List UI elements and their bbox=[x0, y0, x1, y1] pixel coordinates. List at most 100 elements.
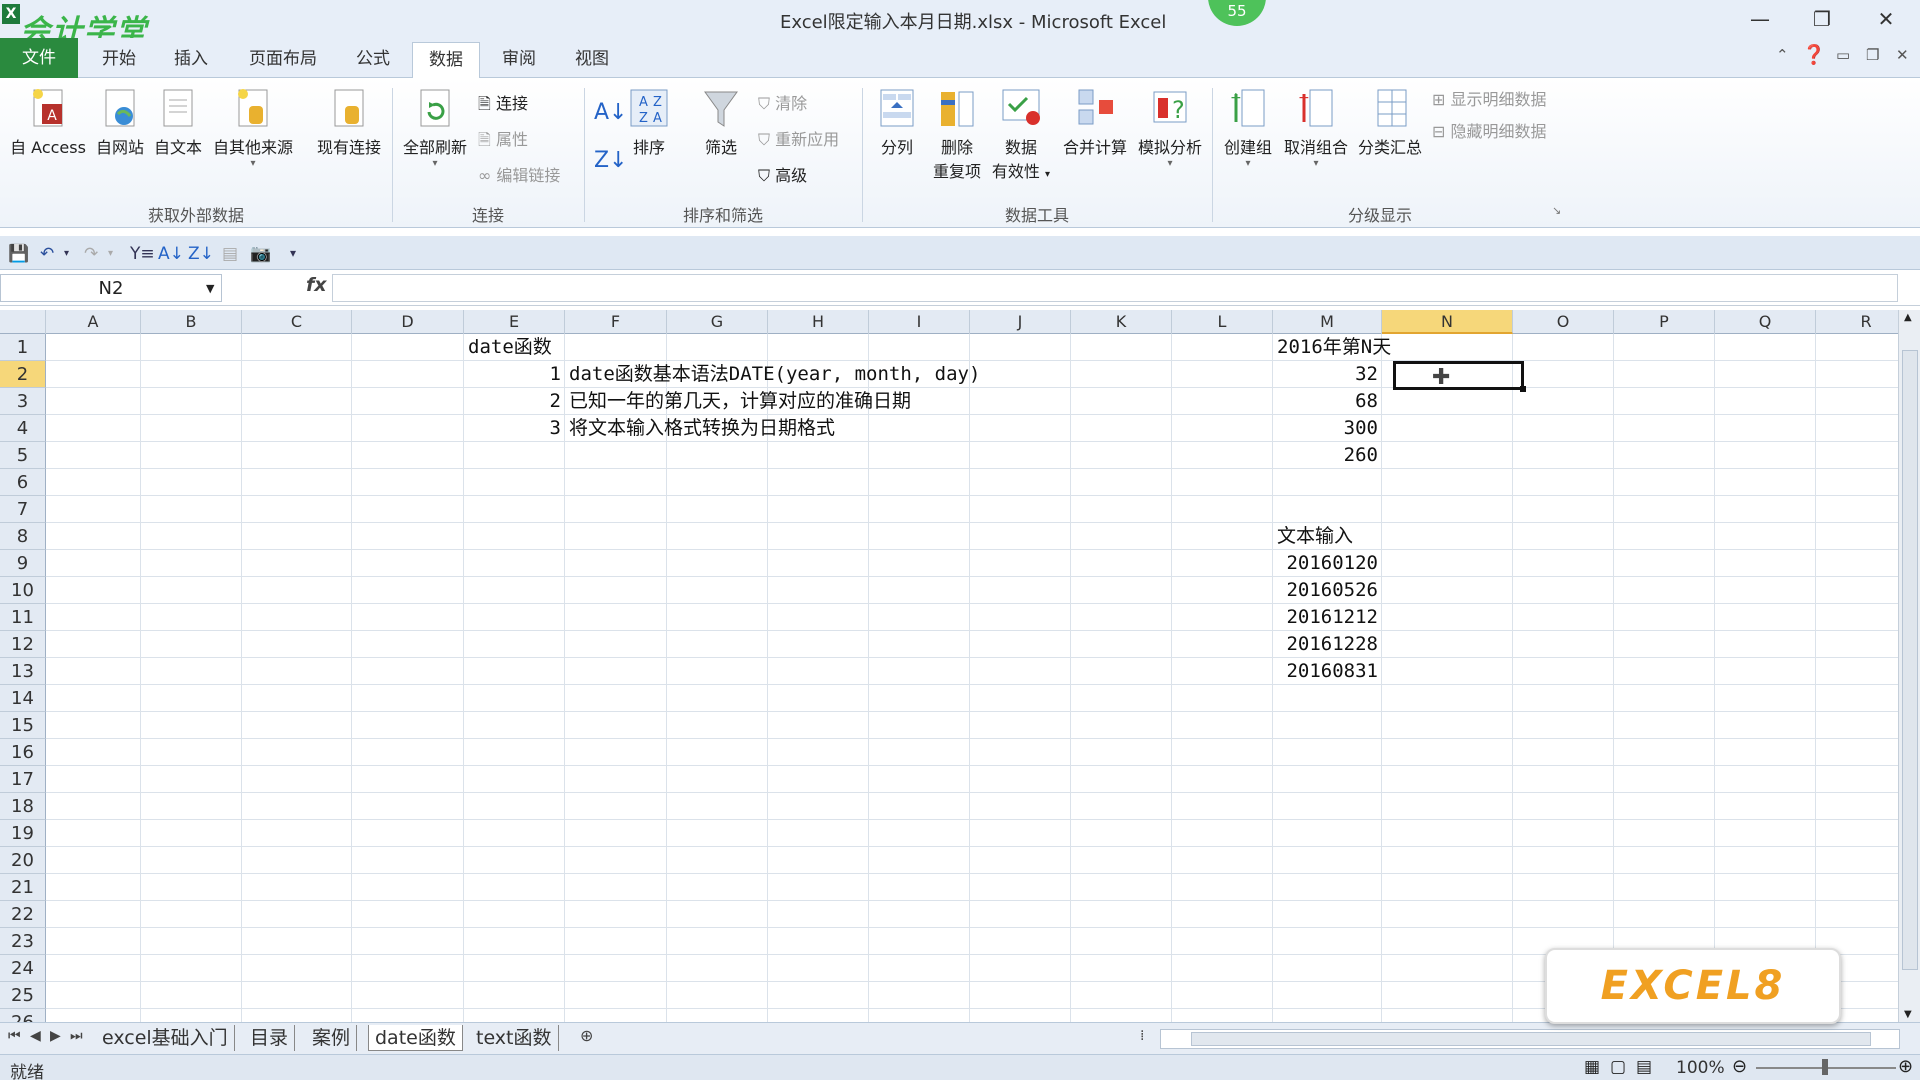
cell-E3[interactable]: 2 bbox=[464, 388, 561, 415]
cell-E1[interactable]: date函数 bbox=[468, 334, 552, 361]
row-header-9[interactable]: 9 bbox=[0, 550, 46, 577]
tab-page-layout[interactable]: 页面布局 bbox=[236, 42, 330, 76]
page-break-view-icon[interactable]: ▤ bbox=[1636, 1057, 1652, 1077]
cell-F3[interactable]: 已知一年的第几天，计算对应的准确日期 bbox=[569, 388, 911, 415]
tab-home[interactable]: 开始 bbox=[92, 42, 146, 76]
consolidate-button[interactable]: 合并计算 bbox=[1058, 86, 1132, 158]
last-sheet-icon[interactable]: ⏭ bbox=[70, 1028, 83, 1044]
restore-button[interactable]: ❐ bbox=[1802, 4, 1842, 34]
name-box-dropdown-icon[interactable]: ▼ bbox=[206, 282, 214, 295]
row-header-25[interactable]: 25 bbox=[0, 982, 46, 1009]
column-header-H[interactable]: H bbox=[768, 310, 869, 334]
sheet-tab-excel-basics[interactable]: excel基础入门 bbox=[96, 1025, 235, 1051]
text-to-columns-button[interactable]: 分列 bbox=[870, 86, 924, 158]
row-header-2[interactable]: 2 bbox=[0, 361, 46, 388]
workbook-close-icon[interactable]: ✕ bbox=[1896, 46, 1909, 64]
cell-M12[interactable]: 20161228 bbox=[1273, 631, 1378, 658]
sort-desc-icon[interactable]: Z↓ bbox=[188, 244, 214, 264]
cell-M9[interactable]: 20160120 bbox=[1273, 550, 1378, 577]
column-header-O[interactable]: O bbox=[1513, 310, 1614, 334]
workbook-minimize-icon[interactable]: ▭ bbox=[1836, 46, 1850, 64]
tab-review[interactable]: 审阅 bbox=[492, 42, 546, 76]
insert-function-icon[interactable]: fx bbox=[306, 274, 327, 296]
cell-M8[interactable]: 文本输入 bbox=[1277, 523, 1353, 550]
print-preview-icon[interactable]: ▤ bbox=[222, 244, 238, 264]
row-header-26[interactable]: 26 bbox=[0, 1009, 46, 1022]
column-header-M[interactable]: M bbox=[1273, 310, 1382, 334]
column-header-E[interactable]: E bbox=[464, 310, 565, 334]
column-header-J[interactable]: J bbox=[970, 310, 1071, 334]
group-button[interactable]: + 创建组 ▾ bbox=[1220, 86, 1276, 169]
workbook-restore-icon[interactable]: ❐ bbox=[1866, 46, 1879, 64]
cell-F2[interactable]: date函数基本语法DATE(year, month, day) bbox=[569, 361, 980, 388]
existing-connections-button[interactable]: 现有连接 bbox=[310, 86, 388, 158]
formula-input[interactable] bbox=[332, 274, 1898, 302]
scroll-down-icon[interactable]: ▼ bbox=[1904, 1009, 1912, 1020]
row-header-14[interactable]: 14 bbox=[0, 685, 46, 712]
redo-dropdown-icon[interactable]: ▾ bbox=[108, 248, 113, 259]
show-detail-button[interactable]: ⊞ 显示明细数据 bbox=[1432, 86, 1547, 110]
from-other-sources-button[interactable]: 自其他来源 ▾ bbox=[208, 86, 298, 169]
column-header-I[interactable]: I bbox=[869, 310, 970, 334]
vertical-scrollbar[interactable]: ▲ ▼ bbox=[1898, 310, 1920, 1022]
cell-E2[interactable]: 1 bbox=[464, 361, 561, 388]
sort-button[interactable]: AZZA 排序 bbox=[628, 86, 670, 158]
from-access-button[interactable]: A 自 Access bbox=[6, 86, 90, 158]
row-header-5[interactable]: 5 bbox=[0, 442, 46, 469]
column-header-N[interactable]: N bbox=[1382, 310, 1513, 334]
row-header-3[interactable]: 3 bbox=[0, 388, 46, 415]
worksheet-grid[interactable]: ABCDEFGHIJKLMNOPQR 1 2 3 4 5 6 7 8 9 10 11 12 13 14 15… bbox=[0, 310, 1902, 1022]
zoom-slider-thumb[interactable] bbox=[1822, 1059, 1828, 1075]
minimize-button[interactable]: — bbox=[1740, 4, 1780, 34]
data-validation-button[interactable]: 数据 有效性 ▾ bbox=[988, 86, 1054, 182]
row-header-19[interactable]: 19 bbox=[0, 820, 46, 847]
reapply-button[interactable]: ⛉ 重新应用 bbox=[758, 126, 839, 150]
sheet-tab-text[interactable]: text函数 bbox=[470, 1025, 559, 1051]
hide-detail-button[interactable]: ⊟ 隐藏明细数据 bbox=[1432, 118, 1547, 142]
select-all-corner[interactable] bbox=[0, 310, 46, 334]
clear-filter-button[interactable]: ⛉ 清除 bbox=[758, 90, 807, 114]
tab-file[interactable]: 文件 bbox=[0, 38, 78, 78]
camera-icon[interactable]: 📷 bbox=[250, 244, 271, 264]
help-icon[interactable]: ❓ bbox=[1802, 43, 1826, 66]
row-header-10[interactable]: 10 bbox=[0, 577, 46, 604]
connections-button[interactable]: 🗎 连接 bbox=[478, 90, 528, 120]
row-header-8[interactable]: 8 bbox=[0, 523, 46, 550]
tab-data[interactable]: 数据 bbox=[412, 42, 480, 79]
row-header-16[interactable]: 16 bbox=[0, 739, 46, 766]
page-layout-view-icon[interactable]: ▢ bbox=[1610, 1057, 1626, 1077]
customize-qat-icon[interactable]: ▾ bbox=[290, 246, 296, 260]
row-header-12[interactable]: 12 bbox=[0, 631, 46, 658]
row-header-4[interactable]: 4 bbox=[0, 415, 46, 442]
sheet-tab-date[interactable]: date函数 bbox=[368, 1025, 463, 1051]
column-header-G[interactable]: G bbox=[667, 310, 768, 334]
row-header-18[interactable]: 18 bbox=[0, 793, 46, 820]
sheet-tab-cases[interactable]: 案例 bbox=[306, 1025, 358, 1051]
column-header-A[interactable]: A bbox=[46, 310, 141, 334]
vertical-scroll-thumb[interactable] bbox=[1902, 350, 1918, 970]
column-header-L[interactable]: L bbox=[1172, 310, 1273, 334]
prev-sheet-icon[interactable]: ◀ bbox=[30, 1028, 41, 1044]
advanced-filter-button[interactable]: ⛉ 高级 bbox=[758, 162, 807, 186]
next-sheet-icon[interactable]: ▶ bbox=[50, 1028, 61, 1044]
zoom-in-icon[interactable]: ⊕ bbox=[1898, 1056, 1913, 1077]
cell-M4[interactable]: 300 bbox=[1273, 415, 1378, 442]
cell-M2[interactable]: 32 bbox=[1273, 361, 1378, 388]
sheet-tab-contents[interactable]: 目录 bbox=[244, 1025, 296, 1051]
save-icon[interactable]: 💾 bbox=[8, 244, 29, 264]
row-header-11[interactable]: 11 bbox=[0, 604, 46, 631]
row-header-21[interactable]: 21 bbox=[0, 874, 46, 901]
cell-M1[interactable]: 2016年第N天 bbox=[1277, 334, 1391, 361]
column-header-F[interactable]: F bbox=[565, 310, 667, 334]
from-text-button[interactable]: 自文本 bbox=[148, 86, 208, 158]
row-header-20[interactable]: 20 bbox=[0, 847, 46, 874]
excel-app-icon[interactable]: X bbox=[2, 4, 20, 24]
zoom-out-icon[interactable]: ⊖ bbox=[1732, 1056, 1747, 1077]
row-header-15[interactable]: 15 bbox=[0, 712, 46, 739]
tab-insert[interactable]: 插入 bbox=[164, 42, 218, 76]
sort-asc-icon[interactable]: A↓ bbox=[158, 244, 184, 264]
normal-view-icon[interactable]: ▦ bbox=[1584, 1057, 1600, 1077]
row-header-22[interactable]: 22 bbox=[0, 901, 46, 928]
undo-dropdown-icon[interactable]: ▾ bbox=[64, 248, 69, 259]
cell-M11[interactable]: 20161212 bbox=[1273, 604, 1378, 631]
